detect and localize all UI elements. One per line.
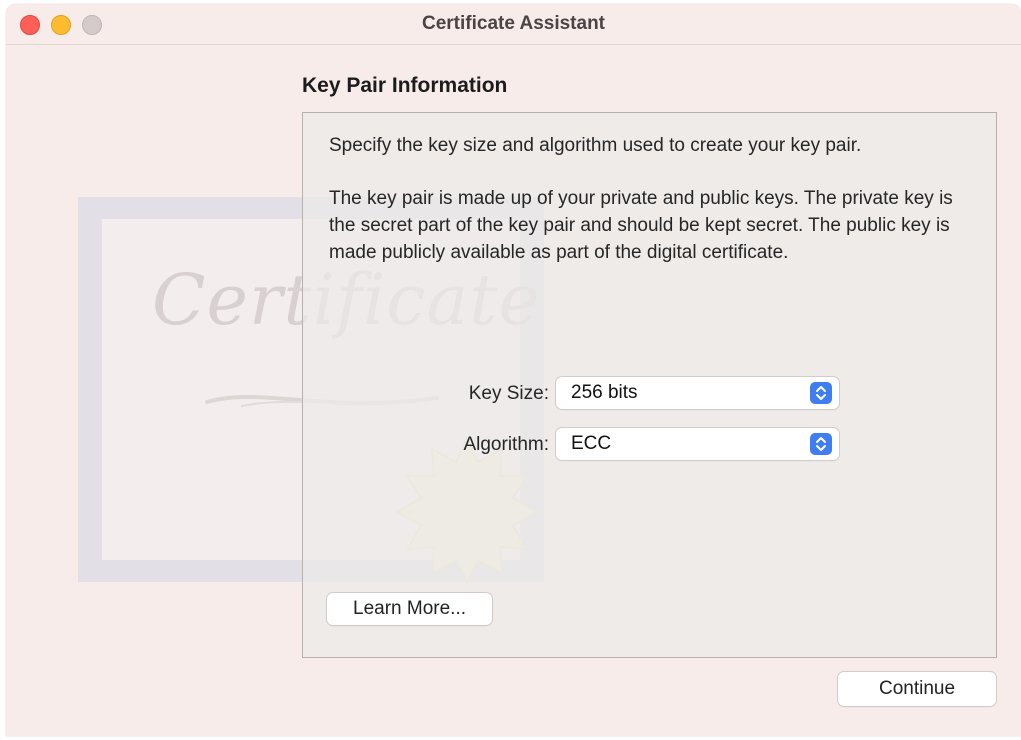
learn-more-button[interactable]: Learn More... [327,593,492,625]
content-panel: Specify the key size and algorithm used … [302,112,997,658]
algorithm-label: Algorithm: [463,434,549,455]
details-text: The key pair is made up of your private … [329,188,953,263]
key-size-select[interactable]: 256 bits [556,377,839,409]
page-heading: Key Pair Information [302,74,508,97]
algorithm-value: ECC [571,433,612,454]
window-title: Certificate Assistant [421,13,606,34]
title-bar[interactable]: Certificate Assistant [6,4,1021,45]
key-size-label: Key Size: [468,383,549,404]
key-size-value: 256 bits [571,382,638,403]
key-size-stepper-icon[interactable] [810,382,832,404]
continue-button[interactable]: Continue [838,672,996,706]
algorithm-stepper-icon[interactable] [810,433,832,455]
certificate-assistant-window: Certificate Assistant Certificate Key Pa… [6,4,1021,736]
algorithm-select[interactable]: ECC [556,428,839,460]
description-text: Specify the key size and algorithm used … [329,135,862,156]
